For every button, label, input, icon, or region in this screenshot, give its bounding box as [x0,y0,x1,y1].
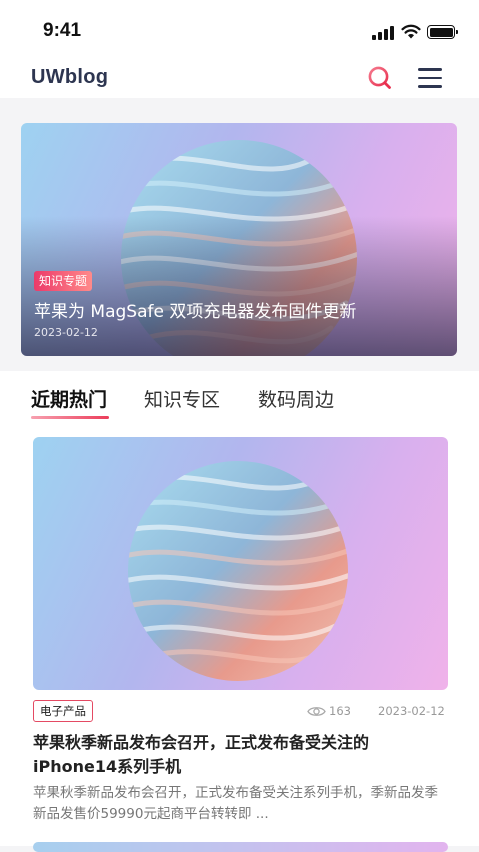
view-count: 163 [329,704,351,718]
header-bar: UWblog [0,58,479,98]
status-bar: 9:41 [0,0,479,58]
article-title[interactable]: 苹果秋季新品发布会召开，正式发布备受关注的iPhone14系列手机 [33,731,443,779]
tab-recent-hot[interactable]: 近期热门 [31,385,107,412]
status-time: 9:41 [43,20,82,41]
hero-tag[interactable]: 知识专题 [34,271,93,291]
category-tabs: 近期热门 知识专区 数码周边 [0,371,479,426]
hero-title[interactable]: 苹果为 MagSafe 双项充电器发布固件更新 [34,297,356,322]
eye-icon [307,707,326,716]
active-tab-indicator [31,416,109,419]
article-image[interactable] [33,437,448,690]
signal-icon [372,26,394,40]
article-date: 2023-02-12 [378,704,445,718]
search-icon[interactable] [367,65,393,91]
battery-icon [427,25,458,39]
article-views: 163 [307,704,351,718]
app-logo[interactable]: UWblog [31,66,108,89]
tab-knowledge[interactable]: 知识专区 [144,385,220,412]
menu-icon[interactable] [418,67,442,89]
hero-banner[interactable]: 知识专题 苹果为 MagSafe 双项充电器发布固件更新 2023-02-12 [21,123,457,356]
article-category-tag[interactable]: 电子产品 [33,700,93,722]
article-summary: 苹果秋季新品发布会召开，正式发布备受关注系列手机，季新品发季新品发售价59990… [33,785,438,822]
hero-date: 2023-02-12 [34,326,98,339]
next-article-image[interactable] [33,842,448,852]
wifi-icon [401,24,421,39]
tab-digital[interactable]: 数码周边 [258,385,334,412]
